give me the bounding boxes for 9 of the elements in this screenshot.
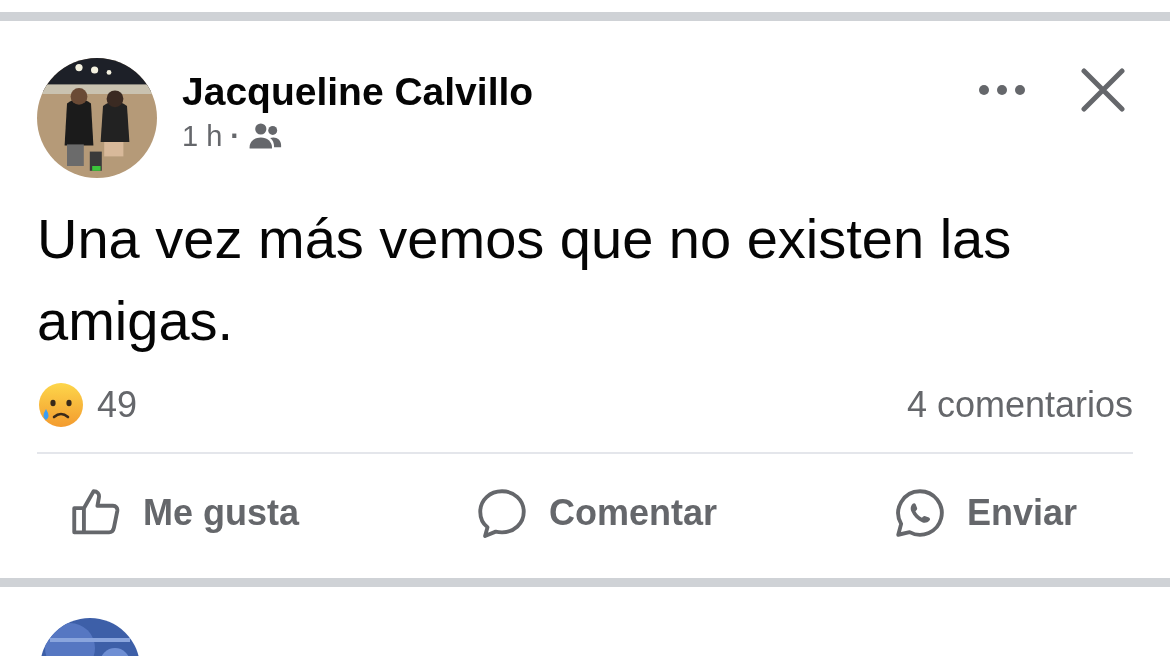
send-button[interactable]: Enviar	[890, 484, 1103, 542]
comment-button[interactable]: Comentar	[472, 484, 743, 542]
post-time: 1 h	[182, 119, 223, 154]
separator-dot: ·	[230, 119, 240, 154]
comments-count[interactable]: 4 comentarios	[906, 378, 1133, 432]
reaction-count[interactable]: 49	[97, 378, 138, 432]
like-button[interactable]: Me gusta	[67, 484, 326, 542]
post-text: Una vez más vemos que no existen las amigas.	[37, 206, 1013, 354]
author-name[interactable]: Jacqueline Calvillo	[182, 68, 534, 116]
